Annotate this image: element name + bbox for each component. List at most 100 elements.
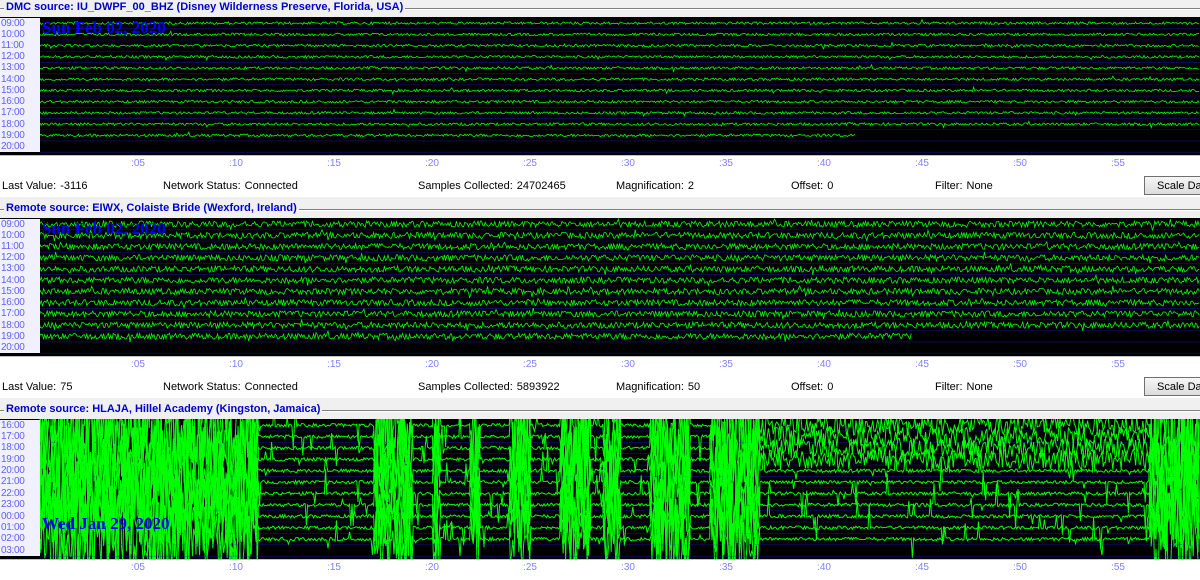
offset: Offset: 0 [791,381,834,393]
minute-tick-label: :05 [131,158,145,169]
trace-line [39,108,1200,118]
hour-label: 20:00 [0,341,40,354]
hour-label: 19:00 [0,330,40,342]
hour-label: 18:00 [0,442,40,454]
status-bar: Last Value: 75 Network Status: Connected S… [0,376,1200,398]
hour-label: 19:00 [0,129,40,141]
hour-label: 16:00 [0,96,40,108]
samples-collected: Samples Collected: 5893922 [418,381,560,393]
minute-tick-label: :10 [229,158,243,169]
hour-label: 17:00 [0,430,40,443]
minute-tick-label: :20 [425,562,439,573]
trace-line [39,251,1200,264]
minute-tick-label: :05 [131,359,145,370]
magnification: Magnification: 2 [616,180,694,192]
hour-label: 23:00 [0,499,40,511]
network-status: Network Status: Connected [163,381,298,393]
minute-tick-label: :15 [327,562,341,573]
minute-tick-label: :40 [817,359,831,370]
minute-tick-label: :15 [327,158,341,169]
minute-tick-label: :30 [621,562,635,573]
source-title: Remote source: HLAJA, Hillel Academy (Ki… [4,403,323,415]
status-bar: Last Value: -3116 Network Status: Connecte… [0,175,1200,197]
filter: Filter: None [935,381,993,393]
helicorder-panel-dwpf: DMC source: IU_DWPF_00_BHZ (Disney Wilde… [0,0,1200,198]
hour-label: 02:00 [0,533,40,545]
minute-tick-label: :50 [1013,158,1027,169]
hour-label: 15:00 [0,84,40,97]
minute-tick-label: :50 [1013,359,1027,370]
trace-line [39,75,1200,83]
hour-label: 13:00 [0,62,40,74]
minute-tick-label: :15 [327,359,341,370]
scale-data-button[interactable]: Scale Data [1144,377,1200,396]
minute-tick-label: :20 [425,359,439,370]
source-title: DMC source: IU_DWPF_00_BHZ (Disney Wilde… [4,1,406,13]
trace-line [39,240,1200,252]
filter: Filter: None [935,180,993,192]
trace-line [39,85,1200,96]
minute-tick-label: :30 [621,158,635,169]
helicorder-display[interactable]: 09:00 10:00 11:00 12:00 13:00 14:00 15:00 16:00… [0,17,1200,155]
magnification: Magnification: 50 [616,381,701,393]
network-status: Network Status: Connected [163,180,298,192]
minute-tick-label: :30 [621,359,635,370]
hour-label: 13:00 [0,263,40,275]
minute-tick-label: :55 [1111,359,1125,370]
trace-line [39,319,1200,331]
minute-tick-label: :35 [719,562,733,573]
minute-tick-label: :40 [817,158,831,169]
hour-label: 01:00 [0,522,40,534]
last-value: Last Value: -3116 [2,180,88,192]
date-label: Sun Feb 02, 2020 [42,18,166,37]
last-value: Last Value: 75 [2,381,73,393]
trace-line [39,54,1200,62]
trace-line [39,63,1200,73]
hour-label: 18:00 [0,319,40,331]
trace-line [39,263,1200,275]
minute-tick-label: :45 [915,158,929,169]
hour-label: 18:00 [0,118,40,130]
hour-label: 15:00 [0,285,40,298]
trace-line [39,228,1200,242]
trace-line [39,120,1200,129]
minute-tick-label: :55 [1111,562,1125,573]
helicorder-display[interactable]: 09:00 10:00 11:00 12:00 13:00 14:00 15:00 16:00… [0,218,1200,356]
hour-label: 11:00 [0,241,40,253]
hour-label: 14:00 [0,274,40,286]
trace-line [39,41,1200,50]
hour-label: 12:00 [0,252,40,264]
hour-label: 09:00 [0,17,40,29]
minute-axis: :05:10:15:20:25:30:35:40:45:50:55 [0,155,1200,176]
minute-tick-label: :40 [817,562,831,573]
trace-line [39,273,1200,287]
trace-line [39,330,912,343]
hour-label: 17:00 [0,308,40,320]
hour-label: 09:00 [0,218,40,230]
minute-axis: :05:10:15:20:25:30:35:40:45:50:55 [0,356,1200,377]
hour-label: 12:00 [0,51,40,63]
scale-data-button[interactable]: Scale Data [1144,176,1200,195]
trace-line [39,18,1200,26]
minute-tick-label: :25 [523,562,537,573]
hour-label: 10:00 [0,229,40,241]
groupbox-header: DMC source: IU_DWPF_00_BHZ (Disney Wilde… [0,0,1200,16]
minute-axis: :05:10:15:20:25:30:35:40:45:50:55 [0,559,1200,580]
minute-tick-label: :35 [719,158,733,169]
date-label: Wed Jan 29, 2020 [42,514,170,533]
samples-collected: Samples Collected: 24702465 [418,180,566,192]
hour-label: 11:00 [0,40,40,52]
minute-tick-label: :45 [915,359,929,370]
hour-label: 16:00 [0,419,40,431]
hour-label: 16:00 [0,297,40,309]
trace-line [39,99,1200,104]
trace-line [39,218,1200,232]
hour-label: 14:00 [0,73,40,85]
helicorder-display[interactable]: 16:00 17:00 18:00 19:00 20:00 21:00 22:00 23:00… [0,419,1200,559]
trace-line [39,297,1200,310]
minute-tick-label: :35 [719,359,733,370]
minute-tick-label: :25 [523,158,537,169]
source-title: Remote source: EIWX, Colaiste Bride (Wex… [4,202,299,214]
seismogram-traces [39,419,1200,559]
minute-tick-label: :20 [425,158,439,169]
